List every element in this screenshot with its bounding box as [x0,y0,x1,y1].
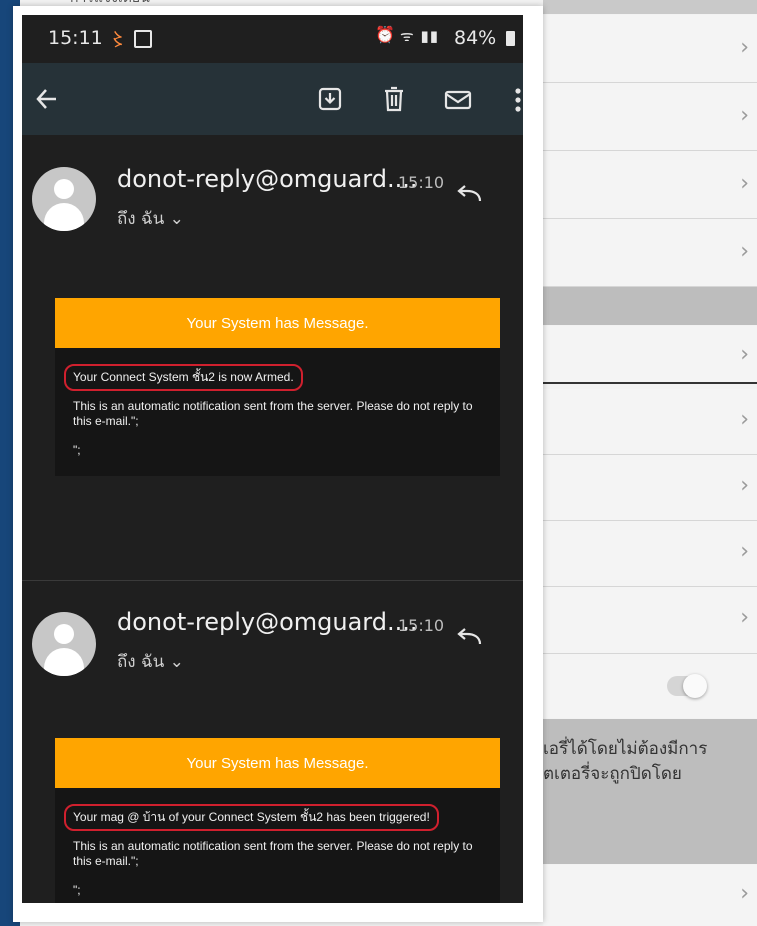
settings-row-9[interactable]: › [543,587,757,654]
settings-row-2[interactable]: › [543,83,757,151]
highlighted-message: Your mag @ บ้าน of your Connect System ช… [64,804,439,831]
description-line-1: เอรี่ได้โดยไม่ต้องมีการ [543,739,708,759]
settings-toggle-row [543,654,757,718]
settings-row-10[interactable]: › [543,865,757,926]
chevron-right-icon: › [740,35,749,60]
recipient-details[interactable]: ถึง ฉัน ⌄ [117,648,184,675]
phone-screen: 15:11 〻 ⏰ ᯤ ▮▮ 84% donot-reply@omguard..… [22,15,523,903]
email-toolbar [22,63,523,135]
settings-row-8[interactable]: › [543,521,757,587]
settings-row-4[interactable]: › [543,219,757,287]
settings-row-1[interactable]: › [543,15,757,83]
reply-icon[interactable] [456,185,482,205]
section-divider [543,287,757,325]
mark-unread-icon[interactable] [444,90,472,110]
auto-notice: This is an automatic notification sent f… [73,399,473,428]
back-arrow-icon[interactable] [34,86,60,112]
more-options-icon[interactable] [515,88,521,112]
image-icon [134,30,152,48]
auto-notice: This is an automatic notification sent f… [73,839,473,868]
highlighted-message: Your Connect System ชั้น2 is now Armed. [64,364,303,391]
chevron-right-icon: › [740,605,749,630]
chevron-right-icon: › [740,103,749,128]
description-line-2: ตเตอรี่จะถูกปิดโดย [543,764,682,784]
avatar [32,167,96,231]
delete-icon[interactable] [383,86,405,112]
sender-address: donot-reply@omguard.... [117,608,418,636]
footer-text: "; [73,883,81,897]
chevron-right-icon: › [740,171,749,196]
settings-row-7[interactable]: › [543,455,757,521]
battery-percent: 84% [454,27,497,49]
settings-row-6[interactable]: › [543,389,757,455]
chevron-right-icon: › [740,342,749,367]
email-content-card: Your System has Message. Your mag @ บ้าน… [55,738,500,903]
email-message-1: donot-reply@omguard.... 15:10 ถึง ฉัน ⌄ … [22,135,523,580]
settings-row-5[interactable]: › [543,326,757,384]
footer-text: "; [73,443,81,457]
chevron-right-icon: › [740,539,749,564]
chevron-right-icon: › [740,407,749,432]
notification-icon: 〻 [109,30,127,51]
settings-row-3[interactable]: › [543,151,757,219]
alarm-icon: ⏰ [375,25,395,44]
email-message-2: donot-reply@omguard.... 15:10 ถึง ฉัน ⌄ … [22,581,523,903]
recipient-details[interactable]: ถึง ฉัน ⌄ [117,205,184,232]
status-time: 15:11 [48,27,103,49]
signal-icon: ᯤ ▮▮ [400,27,439,45]
card-header: Your System has Message. [55,298,500,348]
archive-icon[interactable] [318,87,342,111]
battery-icon [506,31,515,46]
email-time: 15:10 [398,616,445,635]
toggle-knob [683,674,707,698]
status-bar: 15:11 〻 ⏰ ᯤ ▮▮ 84% [22,15,523,63]
email-time: 15:10 [398,173,445,192]
reply-icon[interactable] [456,628,482,648]
description-panel: เอรี่ได้โดยไม่ต้องมีการ ตเตอรี่จะถูกปิดโ… [543,719,757,864]
toggle-switch[interactable] [667,674,707,698]
sender-address: donot-reply@omguard.... [117,165,418,193]
avatar [32,612,96,676]
background-header-strip [543,0,757,14]
chevron-right-icon: › [740,473,749,498]
card-header: Your System has Message. [55,738,500,788]
email-content-card: Your System has Message. Your Connect Sy… [55,298,500,476]
chevron-right-icon: › [740,881,749,906]
chevron-right-icon: › [740,239,749,264]
